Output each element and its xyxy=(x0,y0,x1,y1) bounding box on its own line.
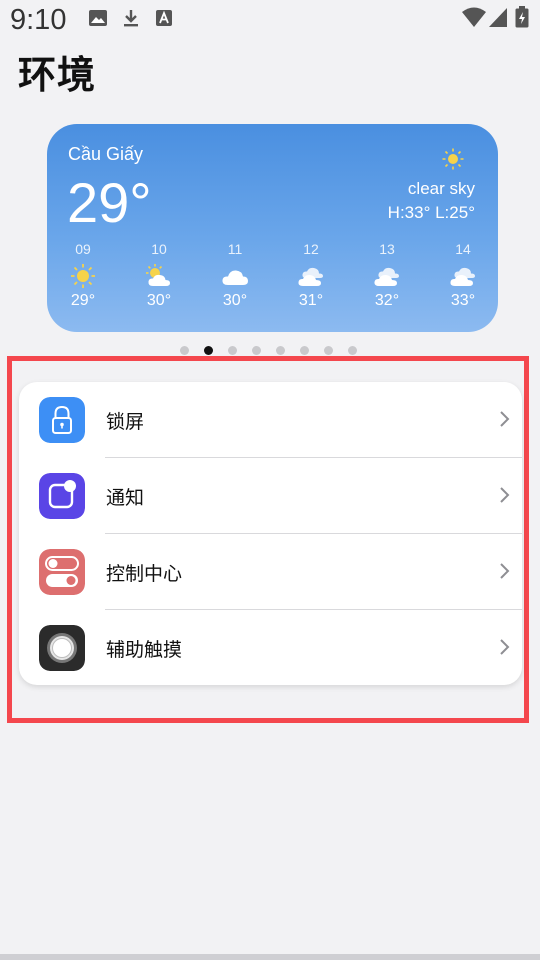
hour-temp: 32° xyxy=(374,292,400,309)
hour-temp: 33° xyxy=(450,292,476,309)
page-title: 环境 xyxy=(18,53,97,97)
lock-icon xyxy=(39,397,85,443)
page-dot[interactable] xyxy=(348,346,357,355)
navigation-bar xyxy=(0,954,540,960)
weather-widget[interactable]: Cầu Giấy 29° clear sky H:33° L:25° 09 29… xyxy=(47,124,498,332)
toggle-icon xyxy=(39,549,85,595)
cloudy-icon xyxy=(298,267,323,286)
status-time: 9:10 xyxy=(10,4,67,36)
weather-city: Cầu Giấy xyxy=(68,144,144,164)
hourly-forecast: 09 29° 10 30° 11 30° 12 31° 13 32° 14 33… xyxy=(63,241,483,321)
notification-icon xyxy=(39,473,85,519)
hourly-item: 10 30° xyxy=(139,241,179,321)
hourly-item: 13 32° xyxy=(367,241,407,321)
hour-temp: 29° xyxy=(70,292,96,309)
settings-item-control-center[interactable]: 控制中心 xyxy=(19,534,522,610)
settings-list: 锁屏 通知 控制中心 辅助触摸 xyxy=(19,382,522,685)
image-icon xyxy=(89,10,107,26)
sun-icon xyxy=(71,264,95,288)
page-dot[interactable] xyxy=(180,346,189,355)
hour-label: 13 xyxy=(379,241,395,257)
cloudy-icon xyxy=(374,267,399,286)
hour-label: 10 xyxy=(151,241,167,257)
settings-item-lock-screen[interactable]: 锁屏 xyxy=(19,382,522,458)
sun-icon xyxy=(442,148,464,170)
chevron-right-icon xyxy=(500,487,510,503)
hour-label: 09 xyxy=(75,241,91,257)
chevron-right-icon xyxy=(500,411,510,427)
status-bar: 9:10 xyxy=(0,0,540,38)
settings-item-label: 通知 xyxy=(106,487,145,509)
hour-label: 14 xyxy=(455,241,471,257)
page-dot[interactable] xyxy=(276,346,285,355)
chevron-right-icon xyxy=(500,563,510,579)
page-dot[interactable] xyxy=(228,346,237,355)
hourly-item: 14 33° xyxy=(443,241,483,321)
weather-high-low: H:33° L:25° xyxy=(387,203,475,222)
weather-condition: clear sky xyxy=(407,179,475,198)
assistive-touch-icon xyxy=(39,625,85,671)
cell-signal-icon xyxy=(489,8,507,27)
wifi-icon xyxy=(462,7,486,27)
hour-temp: 31° xyxy=(298,292,324,309)
hourly-item: 11 30° xyxy=(215,241,255,321)
settings-item-assistive-touch[interactable]: 辅助触摸 xyxy=(19,610,522,685)
settings-item-label: 控制中心 xyxy=(106,563,183,585)
page-indicator[interactable] xyxy=(180,346,357,356)
chevron-right-icon xyxy=(500,639,510,655)
settings-item-label: 辅助触摸 xyxy=(106,639,183,661)
hour-label: 11 xyxy=(227,241,243,257)
hourly-item: 12 31° xyxy=(291,241,331,321)
download-icon xyxy=(124,10,138,27)
text-a-icon xyxy=(156,10,172,26)
page-dot-active[interactable] xyxy=(204,346,213,355)
page-dot[interactable] xyxy=(252,346,261,355)
hour-temp: 30° xyxy=(146,292,172,309)
page-dot[interactable] xyxy=(324,346,333,355)
settings-item-label: 锁屏 xyxy=(106,411,145,433)
hour-label: 12 xyxy=(303,241,319,257)
cloudy-icon xyxy=(450,267,475,286)
partly-cloudy-icon xyxy=(146,264,170,286)
battery-icon xyxy=(515,6,529,28)
cloud-icon xyxy=(222,270,248,285)
weather-temperature: 29° xyxy=(67,171,152,234)
page-dot[interactable] xyxy=(300,346,309,355)
hour-temp: 30° xyxy=(222,292,248,309)
hourly-item: 09 29° xyxy=(63,241,103,321)
settings-item-notifications[interactable]: 通知 xyxy=(19,458,522,534)
